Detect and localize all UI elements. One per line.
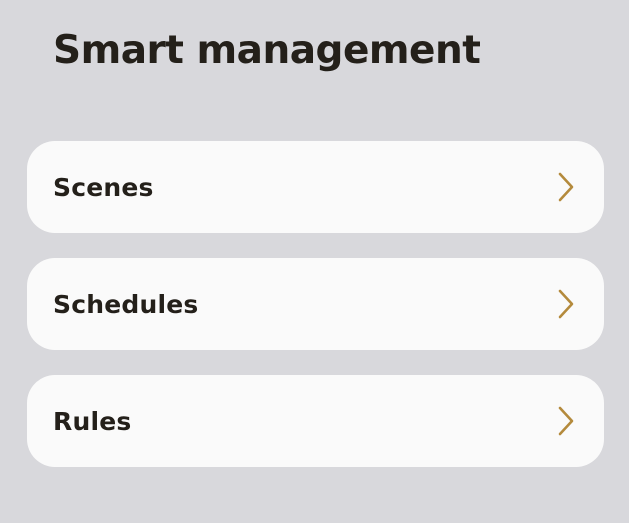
menu-list: Scenes Schedules Rules <box>27 141 604 492</box>
menu-item-label: Scenes <box>53 172 154 202</box>
menu-item-scenes[interactable]: Scenes <box>27 141 604 233</box>
menu-item-rules[interactable]: Rules <box>27 375 604 467</box>
menu-item-schedules[interactable]: Schedules <box>27 258 604 350</box>
page-title: Smart management <box>53 28 481 73</box>
chevron-right-icon <box>554 286 578 322</box>
menu-item-label: Rules <box>53 406 132 436</box>
chevron-right-icon <box>554 169 578 205</box>
menu-item-label: Schedules <box>53 289 199 319</box>
chevron-right-icon <box>554 403 578 439</box>
